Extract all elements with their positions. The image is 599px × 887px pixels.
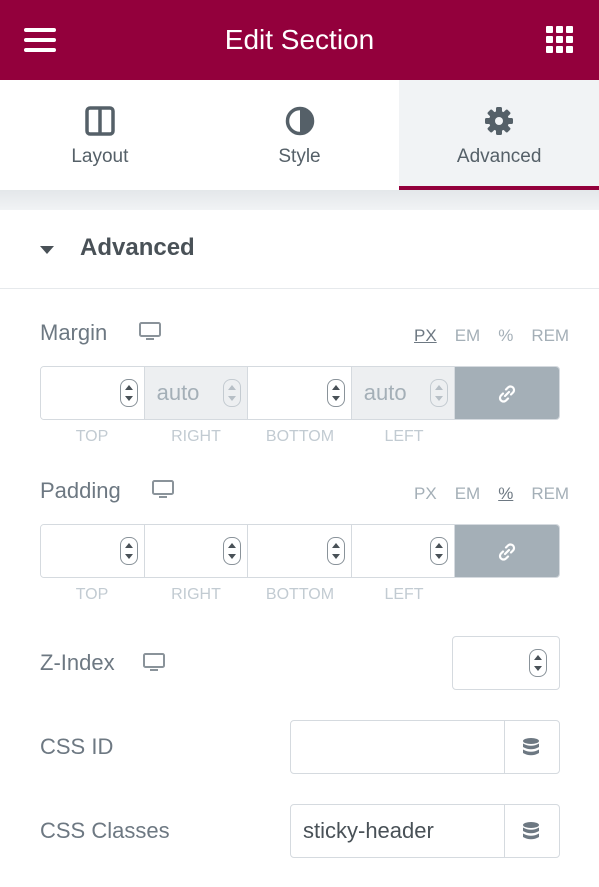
desktop-icon[interactable] <box>139 322 161 342</box>
margin-left-value: auto <box>363 380 407 405</box>
caret-down-icon <box>40 246 54 254</box>
grid-icon[interactable] <box>546 26 573 53</box>
margin-field-labels: TOP RIGHT BOTTOM LEFT <box>40 428 456 446</box>
padding-top-input[interactable] <box>41 525 145 577</box>
margin-left-input[interactable]: auto <box>351 367 456 419</box>
css-classes-label: CSS Classes <box>40 818 170 843</box>
padding-label: Padding <box>40 478 121 503</box>
half-circle-icon <box>285 106 314 136</box>
tab-layout[interactable]: Layout <box>0 80 200 190</box>
tab-advanced-label: Advanced <box>456 146 542 167</box>
desktop-icon[interactable] <box>143 653 165 673</box>
padding-right-input[interactable] <box>144 525 249 577</box>
unit-percent[interactable]: % <box>498 484 513 504</box>
hamburger-icon[interactable] <box>24 28 56 52</box>
link-icon <box>499 543 516 561</box>
padding-inputs <box>40 524 560 578</box>
stepper-icon[interactable] <box>223 537 242 565</box>
stepper-icon[interactable] <box>223 379 242 407</box>
dynamic-tags-button[interactable] <box>504 721 559 773</box>
panel-title: Edit Section <box>224 24 375 55</box>
section-toggle[interactable]: Advanced <box>0 210 599 289</box>
stepper-icon[interactable] <box>119 379 138 407</box>
unit-em[interactable]: EM <box>455 326 481 346</box>
gear-icon <box>485 107 514 135</box>
stepper-icon[interactable] <box>430 537 449 565</box>
stepper-icon[interactable] <box>529 649 547 677</box>
field-label-top: TOP <box>75 586 109 603</box>
unit-rem[interactable]: REM <box>531 484 569 504</box>
database-icon <box>523 738 539 756</box>
field-label-right: RIGHT <box>171 428 221 445</box>
margin-right-input[interactable]: auto <box>144 367 249 419</box>
unit-rem[interactable]: REM <box>531 326 569 346</box>
tab-bar: Layout Style Advanced <box>0 80 599 190</box>
css-classes-value: sticky-header <box>303 818 434 843</box>
margin-right-value: auto <box>156 380 200 405</box>
unit-em[interactable]: EM <box>455 484 481 504</box>
desktop-icon[interactable] <box>152 480 174 500</box>
css-id-label: CSS ID <box>40 734 114 759</box>
field-label-left: LEFT <box>384 428 424 445</box>
database-icon <box>523 822 539 840</box>
field-label-bottom: BOTTOM <box>265 428 335 445</box>
unit-px[interactable]: PX <box>414 484 437 504</box>
padding-units: PX EM % REM <box>396 484 569 504</box>
stepper-icon[interactable] <box>326 537 345 565</box>
field-label-right: RIGHT <box>171 586 221 603</box>
section-title: Advanced <box>80 234 195 261</box>
margin-label: Margin <box>40 320 108 345</box>
stepper-icon[interactable] <box>326 379 345 407</box>
unit-px[interactable]: PX <box>414 326 437 346</box>
margin-units: PX EM % REM <box>396 326 569 346</box>
stepper-icon[interactable] <box>430 379 449 407</box>
dynamic-tags-button[interactable] <box>504 805 559 857</box>
tab-advanced[interactable]: Advanced <box>399 80 599 190</box>
padding-field-labels: TOP RIGHT BOTTOM LEFT <box>40 586 456 604</box>
margin-bottom-input[interactable] <box>248 367 352 419</box>
panel-header: Edit Section <box>0 0 599 80</box>
margin-link-button[interactable] <box>455 367 559 419</box>
field-label-bottom: BOTTOM <box>265 586 335 603</box>
tab-layout-label: Layout <box>71 146 129 167</box>
field-label-left: LEFT <box>384 586 424 603</box>
tab-style[interactable]: Style <box>200 80 400 190</box>
tab-style-label: Style <box>278 146 321 167</box>
css-id-input[interactable] <box>290 720 560 774</box>
unit-percent[interactable]: % <box>498 326 513 346</box>
z-index-input[interactable] <box>452 636 560 690</box>
z-index-label: Z-Index <box>40 650 115 675</box>
padding-bottom-input[interactable] <box>248 525 352 577</box>
padding-link-button[interactable] <box>455 525 559 577</box>
margin-inputs: auto auto <box>40 366 560 420</box>
padding-left-input[interactable] <box>351 525 456 577</box>
field-label-top: TOP <box>75 428 109 445</box>
link-icon <box>499 385 516 403</box>
stepper-icon[interactable] <box>119 537 138 565</box>
margin-top-input[interactable] <box>41 367 145 419</box>
columns-icon <box>85 106 115 136</box>
css-classes-input[interactable]: sticky-header <box>290 804 560 858</box>
tab-divider <box>0 190 599 210</box>
